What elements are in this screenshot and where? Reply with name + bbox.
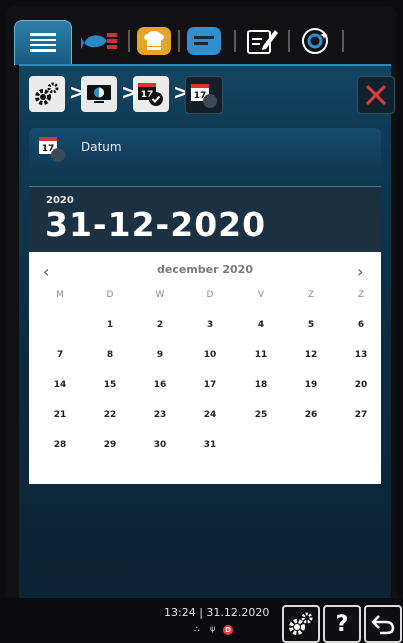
back-arrow-icon — [371, 615, 395, 635]
weekday-header: V — [257, 290, 265, 300]
calendar-day[interactable]: 4 — [246, 320, 276, 330]
back-button[interactable] — [364, 605, 402, 643]
calendar-day[interactable]: 1 — [95, 320, 125, 330]
main-panel: > > 17 > 17 17 Datum 2020 31-12-2020 ‹ d… — [19, 64, 395, 599]
breadcrumb-date[interactable]: 17 — [185, 76, 223, 114]
gear-icon — [289, 612, 313, 635]
breadcrumb-settings[interactable] — [29, 76, 65, 112]
breadcrumb-display[interactable] — [81, 76, 117, 112]
tab-separator — [342, 30, 344, 52]
calendar-day[interactable]: 30 — [145, 440, 175, 450]
calendar-day[interactable]: 16 — [145, 380, 175, 390]
chef-hat-icon — [137, 27, 171, 55]
edit-icon — [247, 30, 278, 54]
section-label: Datum — [81, 140, 122, 154]
weekday-header: M — [56, 290, 64, 300]
help-button[interactable]: ? — [323, 605, 361, 643]
calendar-day[interactable]: 12 — [296, 350, 326, 360]
monitor-icon — [87, 85, 111, 103]
calendar-day[interactable]: 2 — [145, 320, 175, 330]
tab-fish[interactable] — [78, 22, 124, 60]
calendar-day[interactable]: 5 — [296, 320, 326, 330]
calendar-day[interactable]: 21 — [45, 410, 75, 420]
tab-separator — [288, 30, 290, 52]
tab-menu[interactable] — [14, 20, 72, 65]
settings-button[interactable] — [282, 605, 320, 643]
tab-edit[interactable] — [242, 22, 282, 60]
close-button[interactable] — [357, 76, 395, 114]
calendar-day[interactable]: 23 — [145, 410, 175, 420]
month-label: december 2020 — [157, 263, 253, 276]
tab-tray[interactable] — [184, 22, 224, 60]
network-icon: ⛬ — [194, 624, 200, 633]
calendar-day[interactable]: 7 — [45, 350, 75, 360]
calendar-clock-icon: 17 — [191, 84, 217, 108]
calendar-day[interactable]: 24 — [195, 410, 225, 420]
calendar-day[interactable]: 25 — [246, 410, 276, 420]
datepicker-calendar: ‹ december 2020 › M D W D V Z Z 1 2 3 4 … — [29, 252, 381, 484]
calendar-day[interactable]: 9 — [145, 350, 175, 360]
calendar-day[interactable]: 13 — [346, 350, 376, 360]
calendar-day[interactable]: 26 — [296, 410, 326, 420]
clock-date: 13:24 | 31.12.2020 — [164, 606, 270, 619]
calendar-day[interactable]: 18 — [246, 380, 276, 390]
section-header: 17 Datum — [29, 128, 381, 168]
weekday-header: W — [155, 290, 165, 300]
calendar-day[interactable]: 31 — [195, 440, 225, 450]
calendar-day[interactable]: 10 — [195, 350, 225, 360]
calendar-day[interactable]: 20 — [346, 380, 376, 390]
calendar-day[interactable]: 29 — [95, 440, 125, 450]
top-tab-bar — [12, 20, 392, 65]
selected-date: 31-12-2020 — [45, 205, 267, 244]
calendar-clock-icon: 17 — [39, 137, 65, 162]
weekday-header: D — [106, 290, 114, 300]
gear-icon — [35, 82, 59, 105]
breadcrumb-date-settings[interactable]: 17 — [133, 76, 169, 112]
calendar-day[interactable]: 11 — [246, 350, 276, 360]
next-month-button[interactable]: › — [357, 262, 363, 281]
calendar-day[interactable]: 22 — [95, 410, 125, 420]
tab-chef[interactable] — [134, 22, 174, 60]
calendar-day[interactable]: 14 — [45, 380, 75, 390]
tab-cloud[interactable] — [296, 22, 336, 60]
tab-separator — [178, 30, 180, 52]
close-icon — [365, 84, 387, 106]
tab-separator — [234, 30, 236, 52]
calendar-day[interactable]: 3 — [195, 320, 225, 330]
calendar-check-icon: 17 — [138, 83, 163, 106]
status-indicator-d: D — [223, 625, 233, 635]
weekday-header: D — [206, 290, 214, 300]
calendar-day[interactable]: 15 — [95, 380, 125, 390]
calendar-day[interactable]: 27 — [346, 410, 376, 420]
tray-icon — [187, 27, 221, 55]
calendar-day[interactable]: 17 — [195, 380, 225, 390]
calendar-day[interactable]: 8 — [95, 350, 125, 360]
calendar-day[interactable]: 28 — [45, 440, 75, 450]
calendar-day[interactable]: 6 — [346, 320, 376, 330]
weekday-header: Z — [357, 290, 365, 300]
datepicker-header: 2020 31-12-2020 — [29, 186, 381, 253]
weekday-header: Z — [307, 290, 315, 300]
tab-separator — [128, 30, 130, 52]
cloud-icon — [302, 28, 328, 54]
calendar-day[interactable]: 19 — [296, 380, 326, 390]
usb-icon: ψ — [210, 624, 216, 633]
fish-drop-icon — [81, 33, 117, 49]
menu-icon — [30, 33, 56, 52]
